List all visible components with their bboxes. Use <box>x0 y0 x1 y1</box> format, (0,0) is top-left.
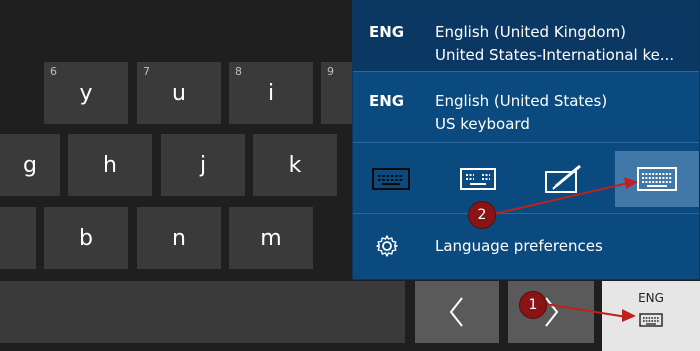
language-name: English (United Kingdom) <box>435 23 627 41</box>
key-u-label: u <box>172 80 186 106</box>
key-b[interactable]: b <box>44 207 128 269</box>
key-u-hint: 7 <box>143 65 150 78</box>
divider <box>353 213 699 214</box>
language-option-uk[interactable]: ENG English (United Kingdom) United Stat… <box>353 1 699 71</box>
language-option-us[interactable]: ENG English (United States) US keyboard <box>353 72 699 142</box>
keyboard-icon <box>639 313 663 327</box>
language-key-code: ENG <box>638 291 664 305</box>
annotation-label: 2 <box>477 207 487 223</box>
prev-button[interactable] <box>415 281 499 343</box>
key-g[interactable]: g <box>0 134 60 196</box>
handwriting-icon <box>545 164 581 193</box>
annotation-badge-1: 1 <box>519 291 547 319</box>
language-name: English (United States) <box>435 92 608 110</box>
full-keyboard-icon <box>637 167 677 191</box>
key-j[interactable]: j <box>161 134 245 196</box>
language-flyout: ENG English (United Kingdom) United Stat… <box>352 0 700 280</box>
key-n-label: n <box>172 225 186 251</box>
key-k-label: k <box>288 152 302 178</box>
key-i-label: i <box>267 80 275 106</box>
gear-icon <box>376 235 398 257</box>
default-keyboard-button[interactable] <box>361 151 421 207</box>
language-code: ENG <box>369 23 405 41</box>
language-code: ENG <box>369 92 405 110</box>
language-preferences-link[interactable]: Language preferences <box>353 221 699 271</box>
key-i[interactable]: 8 i <box>229 62 313 124</box>
key-u[interactable]: 7 u <box>137 62 221 124</box>
annotation-badge-2: 2 <box>468 201 496 229</box>
key-v[interactable] <box>0 207 36 269</box>
key-y-hint: 6 <box>50 65 57 78</box>
key-m-label: m <box>260 225 282 251</box>
key-b-label: b <box>79 225 93 251</box>
key-y[interactable]: 6 y <box>44 62 128 124</box>
key-j-label: j <box>199 152 207 178</box>
annotation-label: 1 <box>528 297 538 313</box>
key-m[interactable]: m <box>229 207 313 269</box>
chevron-left-icon <box>449 297 463 327</box>
default-keyboard-icon <box>372 168 410 190</box>
key-o-hint: 9 <box>327 65 334 78</box>
key-n[interactable]: n <box>137 207 221 269</box>
language-preferences-label: Language preferences <box>435 237 603 255</box>
divider <box>353 142 699 143</box>
key-h[interactable]: h <box>68 134 152 196</box>
arrowhead-icon <box>622 309 636 322</box>
split-keyboard-button[interactable] <box>448 151 508 207</box>
key-k[interactable]: k <box>253 134 337 196</box>
keyboard-layout-name: US keyboard <box>435 115 530 133</box>
key-i-hint: 8 <box>235 65 242 78</box>
key-h-label: h <box>103 152 117 178</box>
small-keyboard-icon <box>460 168 496 190</box>
key-y-label: y <box>79 80 93 106</box>
key-g-label: g <box>23 152 37 178</box>
keyboard-layout-name: United States-International ke... <box>435 46 675 64</box>
space-bar[interactable] <box>0 281 405 343</box>
arrowhead-icon <box>624 177 638 189</box>
